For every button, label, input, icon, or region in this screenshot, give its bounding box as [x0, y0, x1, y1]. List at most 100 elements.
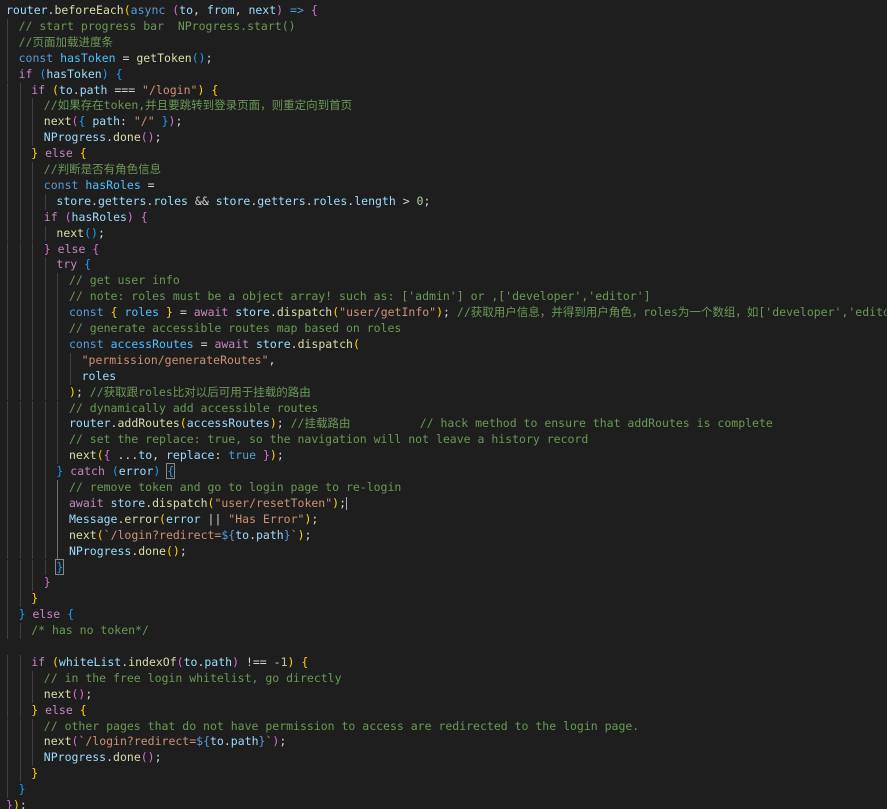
code-line[interactable]: // generate accessible routes map based … [0, 321, 887, 337]
indent-guide [57, 448, 59, 465]
code-line[interactable]: next(`/login?redirect=${to.path}`); [0, 734, 887, 751]
indent-guide [7, 718, 8, 735]
code-token: ; [154, 750, 162, 765]
code-line[interactable]: // set the replace: true, so the navigat… [0, 432, 887, 449]
code-editor[interactable]: router.beforeEach(async (to, from, next)… [0, 0, 887, 809]
code-token: , [193, 3, 207, 17]
indent-guide [32, 289, 34, 306]
code-token: || [200, 511, 229, 526]
code-token: ; [423, 193, 431, 208]
code-line[interactable]: // other pages that do not have permissi… [0, 718, 887, 735]
code-token: ( [96, 448, 104, 463]
code-line[interactable]: Message.error(error || "Has Error"); [0, 511, 887, 528]
code-line[interactable]: //如果存在token,并且要跳转到登录页面，则重定向到首页 [0, 98, 887, 115]
code-token: roles [312, 193, 348, 208]
indent-guide [7, 289, 8, 306]
code-line[interactable]: } else { [0, 241, 887, 258]
code-line[interactable]: // start progress bar NProgress.start() [0, 18, 887, 35]
code-token: { [301, 654, 309, 669]
indent-guide [32, 384, 34, 401]
code-line[interactable]: // in the free login whitelist, go direc… [0, 670, 887, 687]
code-token: // in the free login whitelist, go direc… [43, 670, 342, 685]
indent-guide [32, 177, 34, 194]
code-line[interactable]: "permission/generateRoutes", [0, 352, 887, 369]
code-line[interactable]: try { [0, 257, 887, 274]
indent-guide [70, 352, 71, 369]
indent-guide [44, 289, 46, 306]
code-line[interactable]: NProgress.done(); [0, 750, 887, 767]
code-line[interactable]: // dynamically add accessible routes [0, 400, 887, 417]
code-line[interactable]: store.getters.roles && store.getters.rol… [0, 193, 887, 210]
code-line[interactable]: //判断是否有角色信息 [0, 162, 887, 178]
code-token: else [45, 702, 73, 717]
code-line[interactable]: }); [0, 798, 887, 809]
indent-guide [19, 241, 21, 258]
code-token: . [269, 305, 277, 320]
code-line[interactable] [0, 639, 887, 655]
code-line[interactable]: } else { [0, 607, 887, 624]
code-line[interactable]: } catch (error) { [0, 463, 887, 480]
code-line[interactable]: await store.dispatch("user/resetToken"); [0, 495, 887, 512]
indent-guide [19, 623, 21, 639]
indent-guide [19, 559, 21, 576]
code-line[interactable]: // get user info [0, 273, 887, 290]
code-line[interactable]: //页面加载进度条 [0, 34, 887, 51]
code-line[interactable]: next({ ...to, replace: true }); [0, 448, 887, 465]
code-line[interactable]: // remove token and go to login page to … [0, 480, 887, 496]
indent-guide [44, 225, 46, 242]
code-line[interactable]: } [0, 575, 887, 592]
code-token: . [91, 193, 98, 208]
indent-guide [19, 464, 21, 480]
indent-guide [7, 34, 8, 51]
indent-guide [7, 654, 8, 671]
code-token: () [140, 750, 155, 765]
indent-guide [57, 273, 59, 290]
code-line[interactable]: if (whiteList.indexOf(to.path) !== -1) { [0, 654, 887, 671]
code-token: ) [101, 66, 109, 81]
indent-guide [32, 209, 34, 226]
code-line[interactable]: } else { [0, 146, 887, 162]
code-line[interactable]: } [0, 558, 887, 576]
indent-guide [44, 495, 46, 512]
code-line[interactable]: } else { [0, 702, 887, 719]
code-line[interactable]: const { roles } = await store.dispatch("… [0, 305, 887, 321]
code-line[interactable]: } [0, 782, 887, 798]
code-line[interactable]: /* has no token*/ [0, 623, 887, 639]
code-line[interactable]: next(`/login?redirect=${to.path}`); [0, 527, 887, 544]
code-line[interactable]: if (hasRoles) { [0, 209, 887, 226]
code-line[interactable]: next({ path: "/" }); [0, 114, 887, 131]
indent-guide [19, 321, 21, 337]
code-token: store [235, 305, 270, 320]
code-token: done [113, 130, 141, 145]
code-line[interactable]: roles [0, 368, 887, 385]
code-line[interactable]: // note: roles must be a object array! s… [0, 289, 887, 306]
code-line[interactable]: } [0, 591, 887, 608]
code-token: } [43, 575, 51, 590]
indent-guide [7, 416, 8, 433]
code-line[interactable]: router.beforeEach(async (to, from, next)… [0, 3, 887, 19]
indent-guide [7, 98, 8, 115]
code-line[interactable]: const accessRoutes = await store.dispatc… [0, 336, 887, 353]
code-line[interactable]: NProgress.done(); [0, 543, 887, 560]
indent-guide [44, 400, 46, 417]
code-line[interactable]: const hasRoles = [0, 177, 887, 194]
indent-guide [19, 257, 21, 274]
code-token: const [69, 305, 104, 320]
indent-guide [32, 448, 34, 465]
code-line[interactable]: if (hasToken) { [0, 66, 887, 83]
code-token: // remove token and go to login page to … [69, 480, 402, 494]
code-token: dispatch [276, 305, 333, 320]
code-line[interactable]: NProgress.done(); [0, 130, 887, 147]
code-line[interactable]: next(); [0, 225, 887, 242]
code-token: //获取跟roles比对以后可用于挂载的路由 [89, 384, 311, 399]
code-line[interactable]: } [0, 766, 887, 783]
code-token: ; [276, 416, 291, 431]
code-line[interactable]: ); //获取跟roles比对以后可用于挂载的路由 [0, 384, 887, 401]
indent-guide [7, 241, 8, 258]
code-line[interactable]: const hasToken = getToken(); [0, 50, 887, 67]
indent-guide [7, 702, 8, 719]
code-line[interactable]: if (to.path === "/login") { [0, 82, 887, 99]
code-line[interactable]: next(); [0, 686, 887, 703]
code-line[interactable]: router.addRoutes(accessRoutes); //挂载路由 /… [0, 416, 887, 433]
